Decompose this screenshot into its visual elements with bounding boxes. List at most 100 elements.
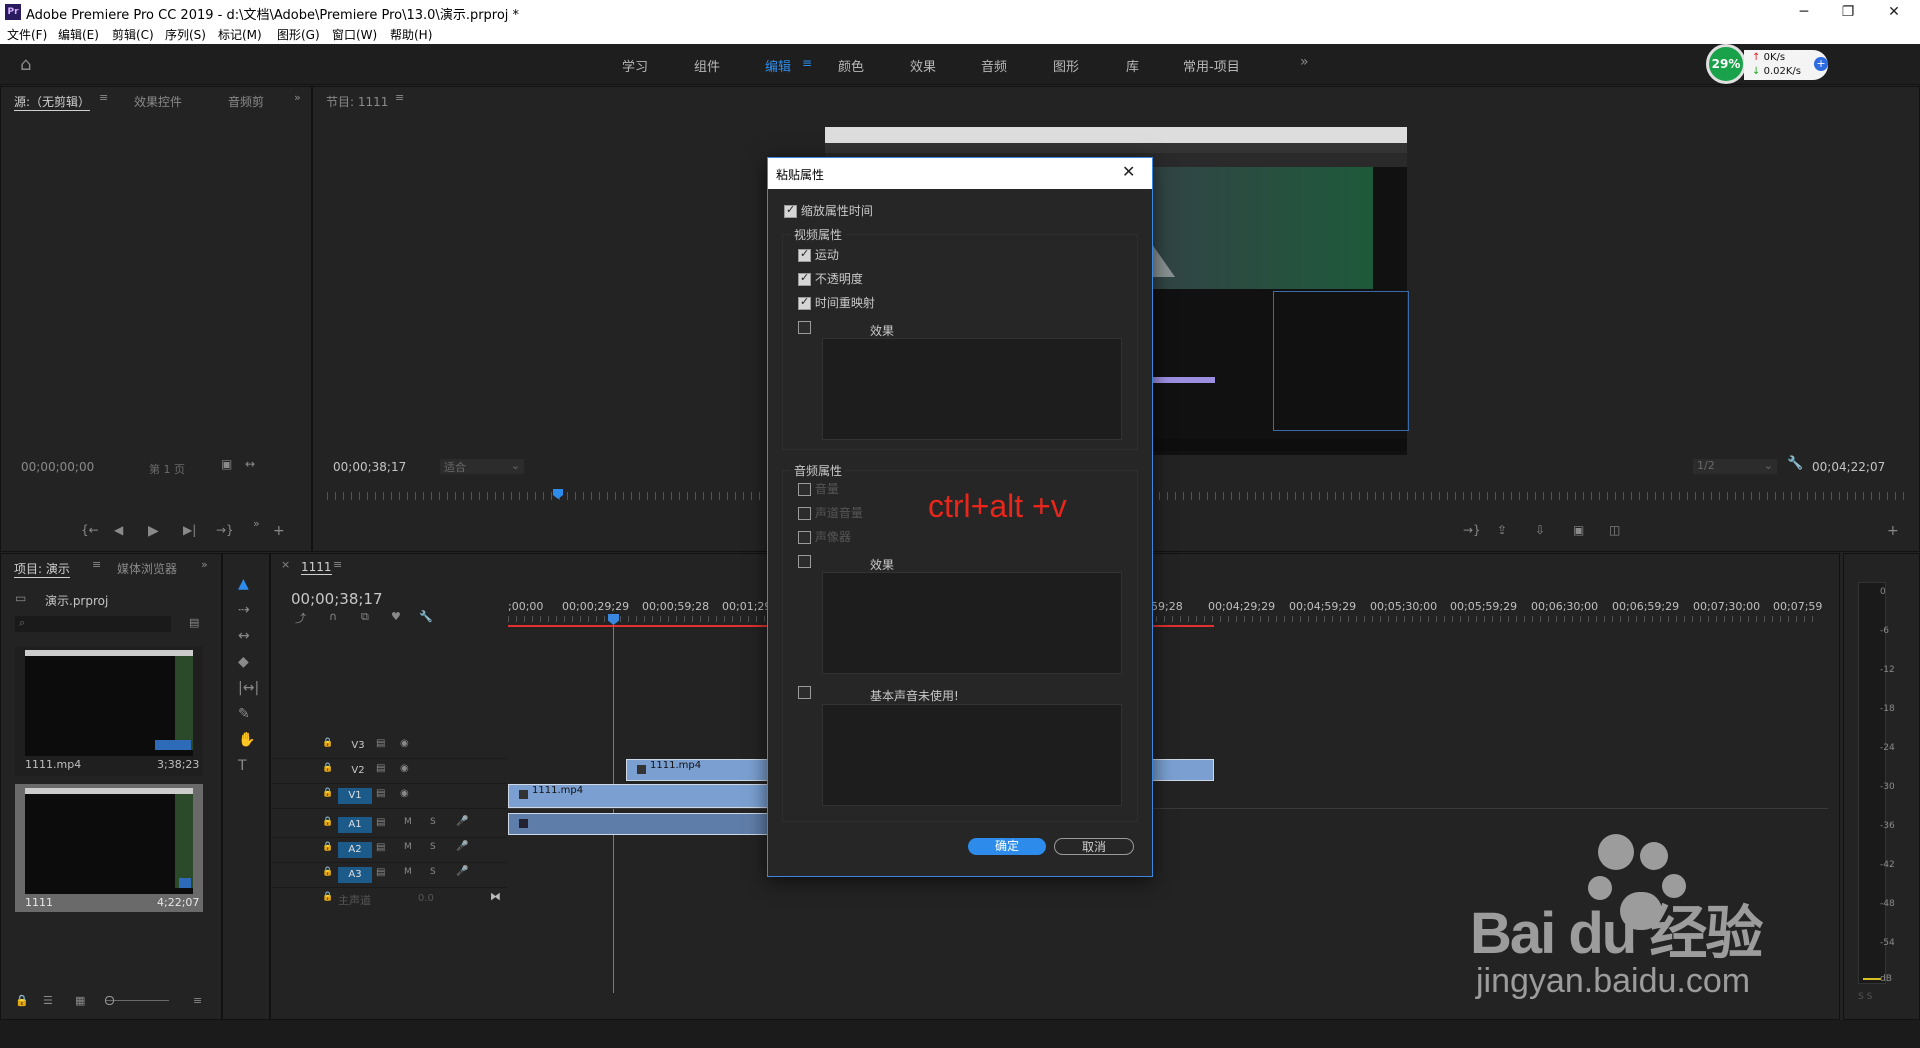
tab-effect-controls[interactable]: 效果控件 [134,93,182,110]
sync-lock-icon[interactable]: ▤ [376,817,385,828]
eye-icon[interactable]: ◉ [400,738,409,749]
lock-icon[interactable]: 🔒 [322,763,333,773]
microphone-icon[interactable]: 🎤 [456,841,468,852]
lock-icon[interactable]: 🔒 [322,817,333,827]
hand-tool-icon[interactable]: ✋ [238,732,255,748]
export-frame-icon[interactable]: ▣ [1573,523,1584,537]
tab-program[interactable]: 节目: 1111 [326,93,388,110]
maximize-icon[interactable]: ❐ [1828,2,1868,22]
insert-range-icon[interactable]: ↔ [245,457,255,471]
fit-dropdown[interactable]: 适合 ⌄ [440,459,524,474]
program-timecode[interactable]: 00;00;38;17 [333,460,406,474]
eye-icon[interactable]: ◉ [400,788,409,799]
network-speed-widget[interactable]: 29% ↑ 0K/s ↓ 0.02K/s + [1706,44,1834,84]
menu-window[interactable]: 窗口(W) [332,26,377,43]
menu-edit[interactable]: 编辑(E) [58,26,99,43]
scale-time-checkbox[interactable]: 缩放属性时间 [784,202,873,219]
workspace-color[interactable]: 颜色 [838,56,864,75]
essential-sound-checkbox[interactable] [798,685,811,699]
workspace-libraries[interactable]: 库 [1126,56,1139,75]
pen-tool-icon[interactable]: ✎ [238,706,250,722]
lock-icon[interactable]: 🔒 [322,788,333,798]
list-view-icon[interactable]: ☰ [43,994,53,1007]
lift-icon[interactable]: ⇪ [1497,523,1507,537]
eye-icon[interactable]: ◉ [400,763,409,774]
project-search-input[interactable]: ⌕ [15,616,171,632]
timeline-settings-icon[interactable]: 🔧 [419,610,433,623]
plus-icon[interactable]: + [1814,57,1828,71]
overflow-icon[interactable]: » [201,558,208,571]
extract-icon[interactable]: ⇩ [1535,523,1545,537]
sync-lock-icon[interactable]: ▤ [376,867,385,878]
audio-effects-checkbox[interactable] [798,554,811,568]
timeline-clip-v1[interactable]: 1111.mp4 [508,784,770,808]
ripple-edit-tool-icon[interactable]: ↔ [238,628,250,644]
go-to-end-icon[interactable]: ⧓ [490,890,501,903]
workspace-learn[interactable]: 学习 [622,56,648,75]
opacity-checkbox[interactable]: 不透明度 [798,270,863,287]
workspace-effects[interactable]: 效果 [910,56,936,75]
tab-menu-icon[interactable]: ≡ [333,558,342,571]
mute-icon[interactable]: M [404,817,412,827]
track-label[interactable]: V1 [338,788,372,804]
snap-icon[interactable]: ∩ [329,610,337,623]
wrench-icon[interactable]: 🔧 [1787,456,1803,471]
tab-menu-icon[interactable]: ≡ [99,91,108,104]
lock-icon[interactable]: 🔒 [322,842,333,852]
track-label[interactable]: A1 [338,817,372,833]
tab-project[interactable]: 项目: 演示 [14,560,70,578]
workspace-menu-icon[interactable]: ≡ [802,56,812,70]
workspace-graphics[interactable]: 图形 [1053,56,1079,75]
comparison-view-icon[interactable]: ◫ [1609,523,1620,537]
time-remap-checkbox[interactable]: 时间重映射 [798,294,875,311]
tab-sequence[interactable]: 1111 [301,560,332,575]
add-marker-icon[interactable]: ♥ [391,610,401,623]
menu-help[interactable]: 帮助(H) [390,26,432,43]
lock-icon[interactable]: 🔒 [322,892,333,902]
menu-marker[interactable]: 标记(M) [218,26,262,43]
solo-toggle[interactable]: S S [1858,992,1872,1002]
timeline-timecode[interactable]: 00;00;38;17 [291,590,383,608]
overflow-icon[interactable]: » [253,517,260,530]
microphone-icon[interactable]: 🎤 [456,816,468,827]
video-effects-checkbox[interactable] [798,320,811,334]
track-select-tool-icon[interactable]: ⇢ [238,602,250,618]
mute-icon[interactable]: M [404,867,412,877]
step-back-icon[interactable]: ◀ [114,523,123,537]
type-tool-icon[interactable]: T [238,758,247,774]
razor-tool-icon[interactable]: ◆ [238,654,249,670]
menu-file[interactable]: 文件(F) [7,26,47,43]
linked-selection-icon[interactable]: ⧉ [361,610,369,624]
solo-icon[interactable]: S [430,867,436,877]
timeline-clip-a1[interactable] [508,813,770,835]
mark-out-icon[interactable]: →} [216,523,234,537]
tab-media-browser[interactable]: 媒体浏览器 [117,560,177,577]
add-button-icon[interactable]: + [1887,523,1899,539]
essential-sound-list[interactable] [822,704,1122,806]
close-icon[interactable]: ✕ [1874,2,1914,22]
motion-checkbox[interactable]: 运动 [798,246,839,263]
step-forward-icon[interactable]: ▶| [183,523,196,537]
icon-view-icon[interactable]: ▦ [75,994,85,1007]
lock-icon[interactable]: 🔒 [322,867,333,877]
source-timecode[interactable]: 00;00;00;00 [21,460,94,474]
menu-graphics[interactable]: 图形(G) [277,26,320,43]
timeline-ruler[interactable] [508,616,1818,622]
source-page[interactable]: 第 1 页 [149,461,185,477]
mute-icon[interactable]: M [404,842,412,852]
panner-checkbox[interactable]: 声像器 [798,528,851,545]
track-label[interactable]: A3 [338,867,372,883]
home-icon[interactable]: ⌂ [20,54,31,75]
sync-lock-icon[interactable]: ▤ [376,738,385,749]
sync-lock-icon[interactable]: ▤ [376,788,385,799]
solo-icon[interactable]: S [430,842,436,852]
tab-source[interactable]: 源:（无剪辑） [14,93,91,111]
cancel-button[interactable]: 取消 [1054,838,1134,855]
lock-icon[interactable]: 🔒 [322,738,333,748]
sync-lock-icon[interactable]: ▤ [376,842,385,853]
track-label[interactable]: A2 [338,842,372,858]
zoom-slider[interactable] [105,1000,169,1001]
project-item[interactable]: 1111.mp4 3;38;23 [15,646,203,776]
sync-lock-icon[interactable]: ▤ [376,763,385,774]
go-to-out-icon[interactable]: →} [1463,523,1481,537]
